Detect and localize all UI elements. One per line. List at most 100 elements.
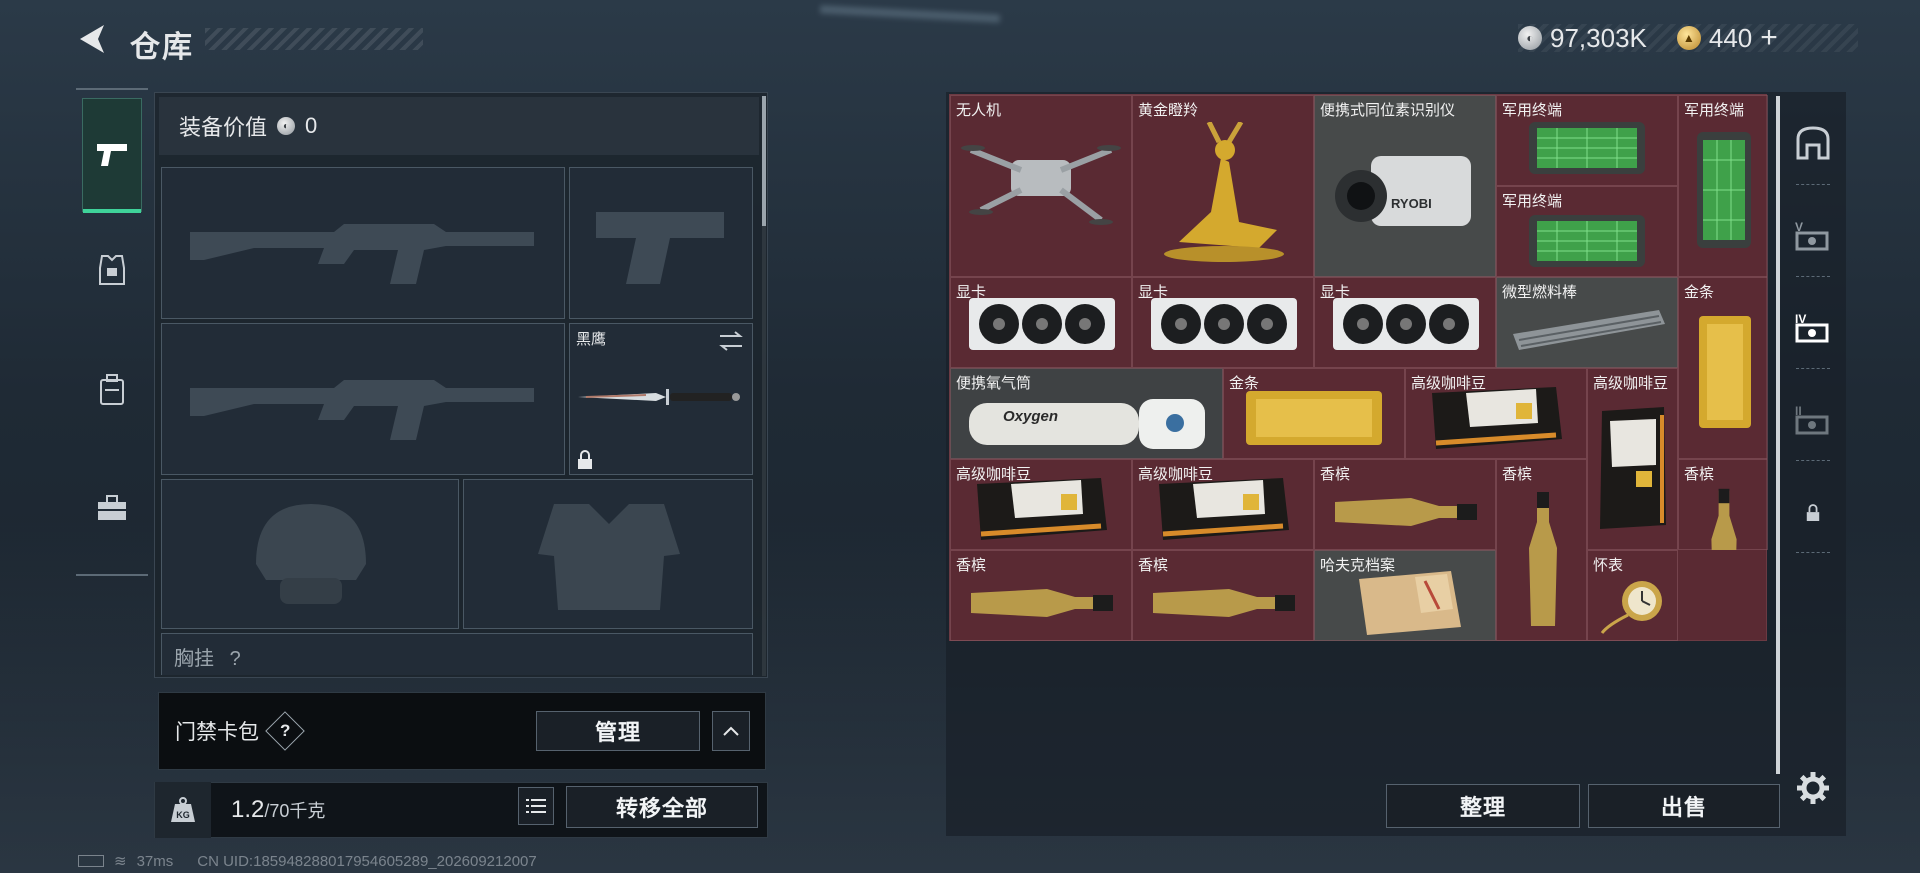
champagne-icon — [1335, 498, 1477, 526]
military-terminal-icon — [1529, 122, 1645, 174]
storage-item-gold-bar[interactable]: 金条 — [1223, 368, 1405, 459]
storage-item-graphics-card[interactable]: 显卡 — [1132, 277, 1314, 368]
tab-supplies[interactable] — [82, 478, 142, 538]
storage-grid: 无人机 黄金瞪羚 便携式同位素识别仪 RYOBI 军用终端 军用终端 军用终端 … — [949, 94, 1768, 641]
golden-gazelle-icon — [1164, 122, 1284, 262]
rifle-silhouette-icon — [190, 224, 534, 284]
storage-page-rail: V IV II — [1782, 92, 1844, 836]
champagne-icon — [1529, 492, 1557, 626]
drone-icon — [961, 145, 1121, 225]
storage-item-champagne[interactable]: 香槟 — [950, 550, 1132, 641]
storage-item-champagne[interactable]: 香槟 — [1496, 459, 1587, 641]
backpack-icon — [100, 374, 124, 405]
rifle-silhouette-icon — [190, 380, 534, 440]
coffee-bag-icon — [977, 478, 1107, 540]
storage-item-fuel-rod[interactable]: 微型燃料棒 — [1496, 277, 1678, 368]
storage-item-isotope-detector[interactable]: 便携式同位素识别仪 RYOBI — [1314, 95, 1496, 277]
storage-scrollbar[interactable] — [1776, 96, 1780, 774]
list-view-button[interactable] — [518, 787, 554, 825]
champagne-icon — [971, 589, 1113, 617]
storage-item-coffee-beans[interactable]: 高级咖啡豆 — [1132, 459, 1314, 550]
help-icon[interactable]: ? — [265, 711, 305, 751]
silver-coin-icon: ◐ — [1518, 26, 1542, 50]
gold-amount: 440 — [1708, 22, 1753, 53]
chest-rig-label: 胸挂 — [174, 648, 214, 670]
primary-weapon-slot[interactable] — [161, 167, 565, 319]
knife-icon — [578, 389, 740, 405]
swap-icon[interactable] — [718, 330, 744, 352]
back-arrow-icon[interactable] — [76, 22, 110, 56]
gold-topup-button[interactable]: + — [1760, 21, 1778, 55]
equipment-value-label: 装备价值 — [179, 115, 268, 140]
sidearm-slot[interactable] — [569, 167, 753, 319]
storage-item-champagne[interactable]: 香槟 — [1314, 459, 1496, 550]
weight-max: /70千克 — [264, 801, 326, 821]
storage-item-graphics-card[interactable]: 显卡 — [950, 277, 1132, 368]
chest-rig-slot[interactable]: 胸挂 ? — [161, 633, 753, 675]
storage-item-drone[interactable]: 无人机 — [950, 95, 1132, 277]
chevron-up-icon — [723, 726, 739, 736]
melee-slot[interactable]: 黑鹰 — [569, 323, 753, 475]
storage-item-coffee-beans[interactable]: 高级咖啡豆 — [1587, 368, 1678, 550]
tab-storage-locked[interactable] — [1790, 490, 1836, 536]
helmet-slot[interactable] — [161, 479, 459, 629]
storage-item-graphics-card[interactable]: 显卡 — [1314, 277, 1496, 368]
tab-backpack[interactable] — [82, 360, 142, 420]
chest-rig-value: ? — [229, 648, 241, 670]
body-armor-slot[interactable] — [463, 479, 753, 629]
uid: CN UID:1859482880179546052​89_2026092120… — [197, 852, 537, 870]
lock-icon — [1806, 504, 1820, 521]
storage-item-coffee-beans[interactable]: 高级咖啡豆 — [1405, 368, 1587, 459]
settings-gear-icon[interactable] — [1795, 770, 1831, 806]
vest-silhouette-icon — [538, 504, 680, 610]
collapse-button[interactable] — [712, 711, 750, 751]
storage-item-haavk-dossier[interactable]: 哈夫克档案 — [1314, 550, 1496, 641]
manage-button[interactable]: 管理 — [536, 711, 700, 751]
loadout-scrollbar-thumb[interactable] — [762, 96, 766, 226]
melee-name: 黑鹰 — [576, 331, 607, 348]
storage-page-v-icon: V — [1795, 220, 1829, 251]
military-terminal-icon — [1697, 132, 1751, 248]
storage-item-military-terminal[interactable]: 军用终端 — [1496, 186, 1678, 277]
gold-bar-icon — [1246, 391, 1382, 445]
transfer-all-button[interactable]: 转移全部 — [566, 786, 758, 828]
oxygen-tank-icon: Oxygen — [969, 399, 1205, 449]
storage-item-military-terminal[interactable]: 军用终端 — [1678, 95, 1768, 277]
gold-coin-icon: ▲ — [1676, 26, 1701, 50]
tab-weapons[interactable] — [82, 98, 142, 213]
gold-bar-icon — [1699, 316, 1751, 428]
svg-text:Oxygen: Oxygen — [1003, 408, 1058, 425]
toolbox-icon — [98, 495, 126, 520]
loadout-panel: 装备价值 ◐ 0 黑鹰 胸挂 ? — [154, 92, 768, 678]
storage-item-golden-gazelle[interactable]: 黄金瞪羚 — [1132, 95, 1314, 277]
svg-text:RYOBI: RYOBI — [1391, 196, 1432, 211]
sort-button[interactable]: 整理 — [1386, 784, 1580, 828]
page-title: 仓库 — [130, 31, 194, 64]
storage-item-oxygen-tank[interactable]: 便携氧气筒 Oxygen — [950, 368, 1223, 459]
currency-bar: ◐ 97,303K ▲ 440 + — [1518, 21, 1858, 55]
pocket-watch-icon — [1600, 581, 1662, 634]
dossier-icon — [1359, 571, 1461, 635]
storage-item-coffee-beans[interactable]: 高级咖啡豆 — [950, 459, 1132, 550]
graphics-card-icon — [1333, 298, 1479, 350]
tab-storage-home[interactable] — [1790, 120, 1836, 166]
storage-item-gold-bar[interactable]: 金条 — [1678, 277, 1768, 459]
sell-button[interactable]: 出售 — [1588, 784, 1780, 828]
pistol-silhouette-icon — [596, 212, 724, 284]
weight-readout: 1.2/70千克 — [231, 796, 325, 824]
tab-storage-ii[interactable]: II — [1790, 396, 1836, 442]
coffee-bag-icon — [1432, 387, 1562, 449]
secondary-weapon-slot[interactable] — [161, 323, 565, 475]
pistol-icon — [97, 144, 127, 166]
silver-amount: 97,303K — [1550, 22, 1647, 53]
storage-item-military-terminal[interactable]: 军用终端 — [1496, 95, 1678, 186]
battery-icon — [78, 855, 104, 867]
tab-storage-iv[interactable]: IV — [1790, 304, 1836, 350]
tab-storage-v[interactable]: V — [1790, 212, 1836, 258]
storage-item-pocket-watch[interactable]: 怀表 — [1587, 550, 1678, 641]
champagne-icon — [1153, 589, 1295, 617]
equipment-value-bar: 装备价值 ◐ 0 — [159, 97, 759, 155]
storage-item-champagne[interactable]: 香槟 — [1132, 550, 1314, 641]
tab-armor[interactable] — [82, 240, 142, 300]
wifi-icon: ≋ — [114, 853, 127, 870]
